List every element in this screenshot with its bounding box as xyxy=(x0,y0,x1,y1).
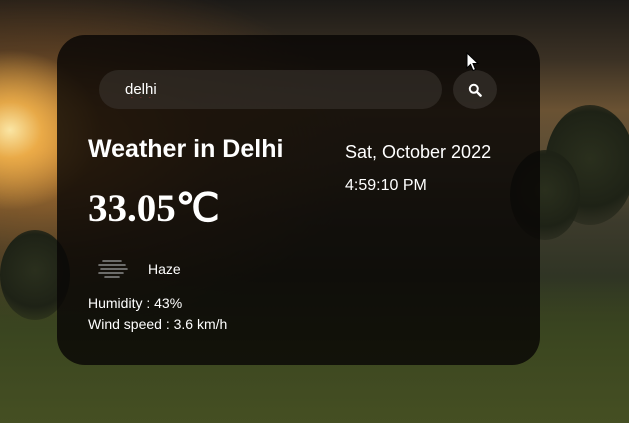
search-button[interactable] xyxy=(453,70,497,109)
weather-condition: Haze xyxy=(148,261,181,277)
current-time: 4:59:10 PM xyxy=(345,177,427,194)
city-heading: Weather in Delhi xyxy=(88,135,284,163)
mouse-cursor-icon xyxy=(466,52,480,72)
search-input[interactable] xyxy=(99,70,442,109)
humidity-text: Humidity : 43% xyxy=(88,295,183,311)
wind-speed-text: Wind speed : 3.6 km/h xyxy=(88,316,228,332)
weather-card: Weather in Delhi Sat, October 2022 4:59:… xyxy=(57,35,540,365)
current-date: Sat, October 2022 xyxy=(345,142,492,162)
search-icon xyxy=(468,83,482,97)
haze-icon xyxy=(98,260,128,278)
temperature: 33.05℃ xyxy=(88,187,220,230)
